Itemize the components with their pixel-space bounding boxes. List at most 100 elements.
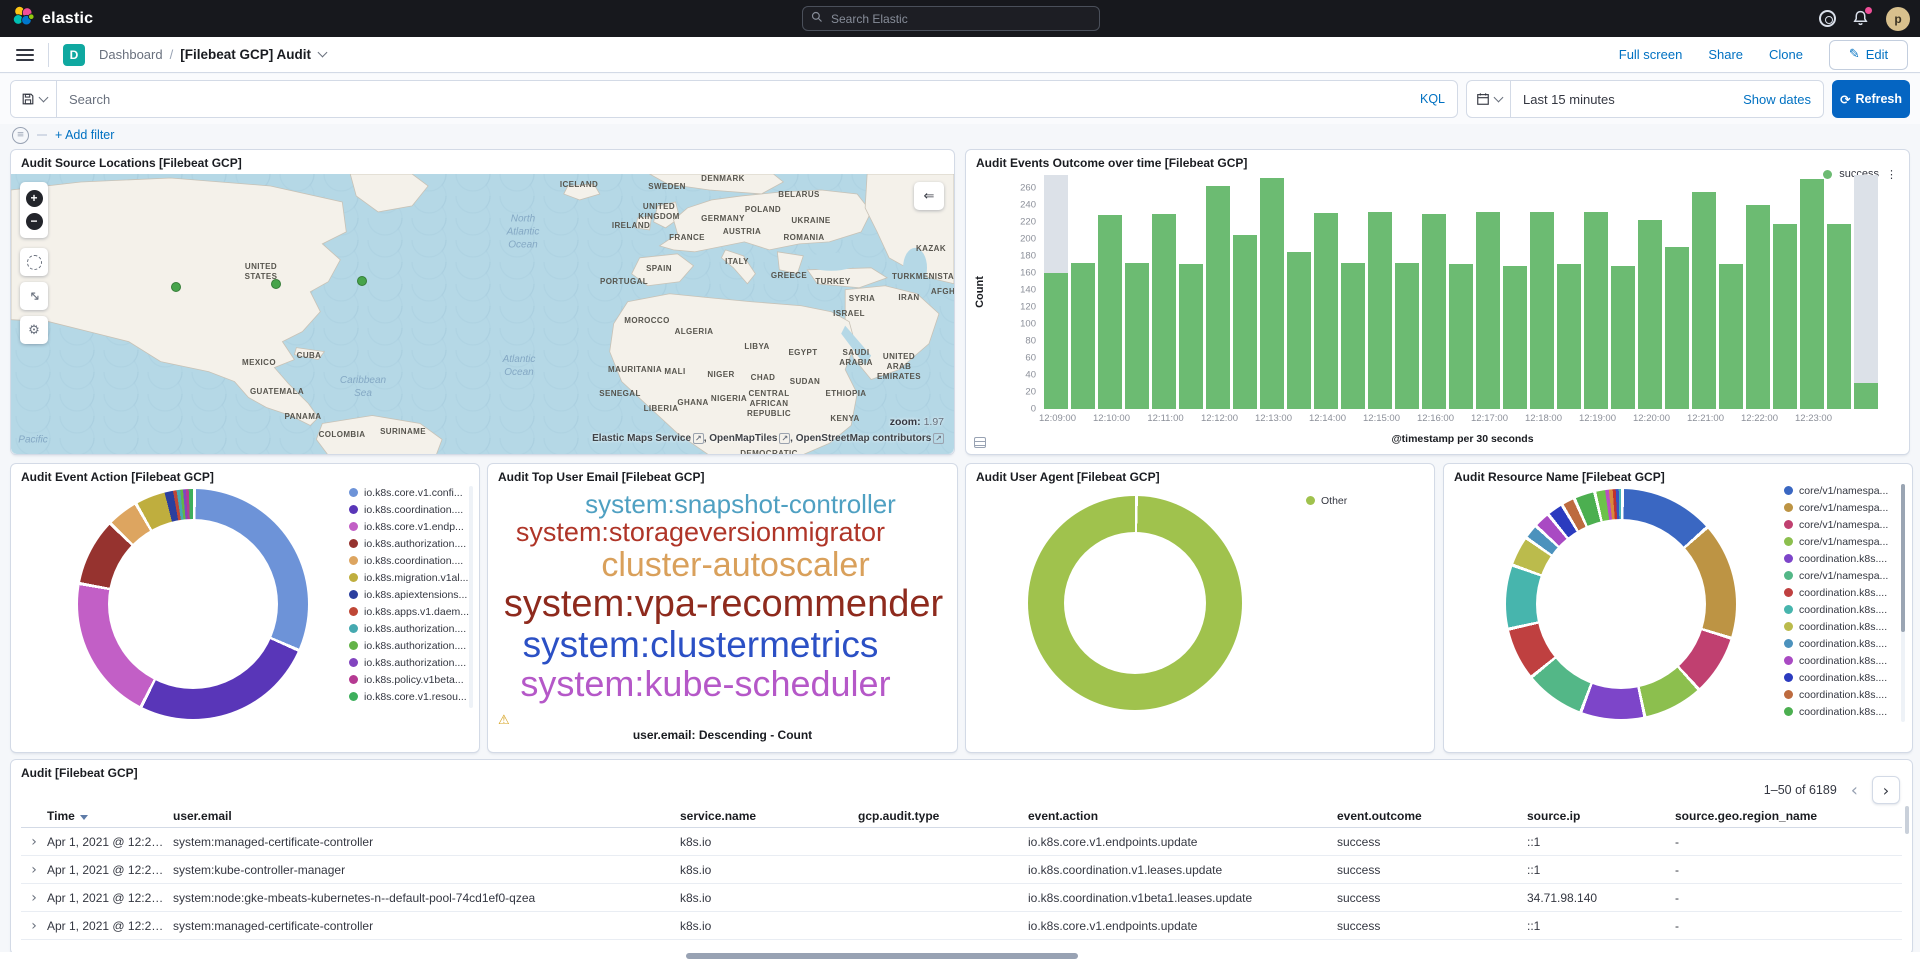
table-row[interactable]: ›Apr 1, 2021 @ 12:23:35.486system:manage… bbox=[21, 912, 1902, 940]
user-avatar[interactable]: p bbox=[1886, 7, 1910, 31]
bar-success[interactable] bbox=[1044, 273, 1068, 409]
table-row[interactable]: ›Apr 1, 2021 @ 12:23:35.500system:node:g… bbox=[21, 884, 1902, 912]
tag-cloud-word[interactable]: system:snapshot-controller bbox=[585, 490, 896, 518]
legend-item[interactable]: coordination.k8s.... bbox=[1784, 550, 1896, 567]
legend-item[interactable]: io.k8s.authorization.... bbox=[349, 620, 465, 637]
legend-item[interactable]: Other bbox=[1306, 492, 1416, 509]
legend-item[interactable]: io.k8s.authorization.... bbox=[349, 654, 465, 671]
query-search-input[interactable] bbox=[57, 92, 1408, 107]
bar-success[interactable] bbox=[1152, 214, 1176, 409]
legend-item[interactable]: core/v1/namespa... bbox=[1784, 499, 1896, 516]
full-screen-button[interactable]: Full screen bbox=[1619, 47, 1683, 62]
bar-success[interactable] bbox=[1800, 179, 1824, 409]
bar-success[interactable] bbox=[1503, 266, 1527, 409]
global-search-input[interactable] bbox=[829, 11, 1091, 27]
bar-success[interactable] bbox=[1368, 212, 1392, 409]
horizontal-scrollbar-thumb[interactable] bbox=[686, 953, 1078, 959]
bar-success[interactable] bbox=[1557, 264, 1581, 409]
resource-name-donut[interactable] bbox=[1506, 489, 1736, 719]
bar-success[interactable] bbox=[1584, 212, 1608, 409]
row-expand-icon[interactable]: › bbox=[21, 862, 47, 878]
legend-collapse-button[interactable]: ⇐ bbox=[914, 182, 944, 210]
calendar-menu-button[interactable] bbox=[1467, 81, 1511, 117]
map-data-point[interactable] bbox=[357, 276, 367, 286]
attribution-link[interactable]: Elastic Maps Service bbox=[592, 433, 691, 444]
event-action-donut[interactable] bbox=[78, 489, 308, 719]
bar-success[interactable] bbox=[1854, 383, 1878, 409]
breadcrumb-dashboard[interactable]: Dashboard bbox=[99, 47, 163, 62]
map-fit-bounds-button[interactable] bbox=[20, 248, 48, 276]
row-expand-icon[interactable]: › bbox=[21, 834, 47, 850]
elastic-brand[interactable]: elastic bbox=[0, 5, 400, 32]
column-header-user-email[interactable]: user.email bbox=[173, 809, 680, 823]
legend-item[interactable]: io.k8s.migration.v1al... bbox=[349, 569, 465, 586]
saved-query-menu-button[interactable] bbox=[11, 81, 57, 117]
table-row[interactable]: ›Apr 1, 2021 @ 12:23:37.494system:manage… bbox=[21, 828, 1902, 856]
legend-item[interactable]: io.k8s.core.v1.endp... bbox=[349, 518, 465, 535]
tag-cloud-word[interactable]: system:vpa-recommender bbox=[504, 584, 943, 625]
legend-item[interactable]: coordination.k8s.... bbox=[1784, 618, 1896, 635]
legend-item[interactable]: core/v1/namespa... bbox=[1784, 567, 1896, 584]
bar-success[interactable] bbox=[1071, 263, 1095, 409]
bar-success[interactable] bbox=[1449, 264, 1473, 409]
bar-success[interactable] bbox=[1719, 264, 1743, 409]
global-search[interactable] bbox=[802, 6, 1100, 31]
bar-success[interactable] bbox=[1530, 212, 1554, 409]
column-header-event-outcome[interactable]: event.outcome bbox=[1337, 809, 1527, 823]
tag-cloud-word[interactable]: system:storageversionmigrator bbox=[516, 518, 885, 547]
add-filter-button[interactable]: + Add filter bbox=[55, 128, 114, 142]
warning-icon[interactable]: ⚠ bbox=[498, 713, 510, 728]
row-expand-icon[interactable]: › bbox=[21, 890, 47, 906]
title-chevron-down-icon[interactable] bbox=[318, 48, 328, 58]
bar-success[interactable] bbox=[1260, 178, 1284, 409]
world-map[interactable]: ICELANDSWEDENDENMARKUNITED KINGDOMIRELAN… bbox=[11, 174, 954, 454]
tag-cloud-word[interactable]: cluster-autoscaler bbox=[601, 547, 869, 584]
bar-success[interactable] bbox=[1638, 220, 1662, 409]
bar-success[interactable] bbox=[1476, 212, 1500, 409]
legend-item[interactable]: coordination.k8s.... bbox=[1784, 703, 1896, 720]
notifications-bell-icon[interactable] bbox=[1852, 10, 1870, 28]
legend-item[interactable]: io.k8s.apps.v1.daem... bbox=[349, 603, 465, 620]
show-dates-button[interactable]: Show dates bbox=[1743, 92, 1823, 107]
bar-success[interactable] bbox=[1098, 215, 1122, 409]
table-vertical-scrollbar[interactable] bbox=[1905, 806, 1909, 834]
legend-item[interactable]: io.k8s.authorization.... bbox=[349, 535, 465, 552]
chart-options-icon[interactable] bbox=[974, 437, 986, 448]
table-row[interactable]: ›Apr 1, 2021 @ 12:23:35.855system:kube-c… bbox=[21, 856, 1902, 884]
filter-icon[interactable]: ≡ bbox=[12, 127, 29, 144]
column-header-gcp-audit-type[interactable]: gcp.audit.type bbox=[858, 809, 1028, 823]
bar-success[interactable] bbox=[1125, 263, 1149, 409]
map-data-point[interactable] bbox=[271, 279, 281, 289]
query-language-button[interactable]: KQL bbox=[1408, 92, 1457, 106]
tag-cloud-word[interactable]: system:clustermetrics bbox=[523, 625, 879, 665]
legend-item[interactable]: io.k8s.authorization.... bbox=[349, 637, 465, 654]
legend-scrollbar[interactable] bbox=[469, 486, 473, 708]
legend-item[interactable]: coordination.k8s.... bbox=[1784, 652, 1896, 669]
column-header-source-geo-region-name[interactable]: source.geo.region_name bbox=[1675, 809, 1902, 823]
column-header-time[interactable]: Time bbox=[47, 809, 173, 823]
column-header-source-ip[interactable]: source.ip bbox=[1527, 809, 1675, 823]
column-header-service-name[interactable]: service.name bbox=[680, 809, 858, 823]
bar-success[interactable] bbox=[1773, 224, 1797, 409]
column-header-event-action[interactable]: event.action bbox=[1028, 809, 1337, 823]
tag-cloud-word[interactable]: system:kube-scheduler bbox=[520, 665, 890, 704]
space-badge[interactable]: D bbox=[63, 44, 85, 66]
legend-item[interactable]: io.k8s.policy.v1beta... bbox=[349, 671, 465, 688]
legend-item[interactable]: io.k8s.coordination.... bbox=[349, 552, 465, 569]
legend-item[interactable]: io.k8s.coordination.... bbox=[349, 501, 465, 518]
legend-item[interactable]: coordination.k8s.... bbox=[1784, 584, 1896, 601]
map-tools-button[interactable]: ⚙ bbox=[20, 316, 48, 344]
map-data-point[interactable] bbox=[171, 282, 181, 292]
help-icon[interactable] bbox=[1819, 10, 1836, 27]
legend-item[interactable]: io.k8s.apiextensions... bbox=[349, 586, 465, 603]
bar-success[interactable] bbox=[1611, 266, 1635, 409]
bar-success[interactable] bbox=[1692, 192, 1716, 409]
user-agent-donut[interactable] bbox=[1028, 496, 1242, 710]
map-attribution[interactable]: Elastic Maps Service↗, OpenMapTiles↗, Op… bbox=[592, 433, 944, 444]
horizontal-scrollbar-track[interactable] bbox=[0, 952, 1920, 960]
legend-item[interactable]: io.k8s.core.v1.resou... bbox=[349, 688, 465, 705]
bar-success[interactable] bbox=[1233, 235, 1257, 409]
legend-item[interactable]: coordination.k8s.... bbox=[1784, 601, 1896, 618]
menu-hamburger-icon[interactable] bbox=[16, 49, 34, 61]
bar-success[interactable] bbox=[1422, 214, 1446, 409]
